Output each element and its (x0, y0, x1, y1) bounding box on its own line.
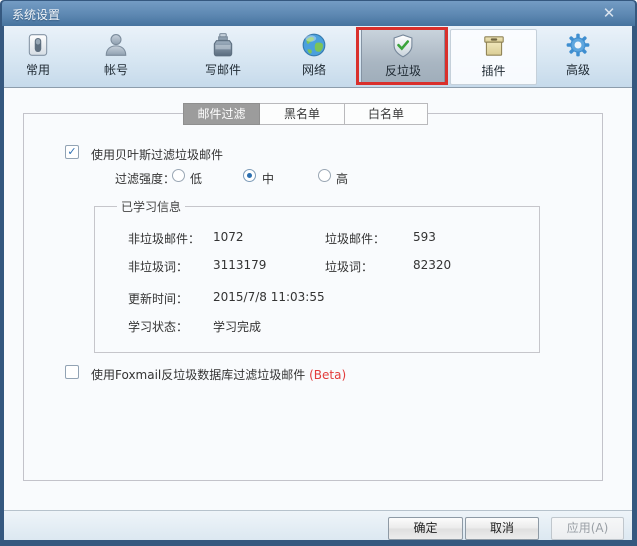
mail-filter-panel (23, 113, 603, 481)
close-icon[interactable]: ✕ (599, 4, 619, 23)
titlebar: 系统设置 ✕ (2, 1, 635, 26)
antispam-tabs: 邮件过滤 黑名单 白名单 (183, 103, 428, 125)
dialog-body: 常用 帐号 (4, 26, 632, 540)
window-title: 系统设置 (12, 6, 60, 23)
ok-button[interactable]: 确定 (388, 517, 463, 540)
toolbar-label-account: 帐号 (78, 61, 154, 78)
toolbar-item-common[interactable]: 常用 (4, 29, 72, 85)
cancel-button[interactable]: 取消 (465, 517, 539, 540)
toolbar-item-network[interactable]: 网络 (276, 29, 352, 85)
plugin-box-icon (451, 30, 536, 60)
toolbar-label-common: 常用 (4, 61, 72, 78)
shield-check-icon (362, 30, 444, 60)
settings-toolbar: 常用 帐号 (4, 26, 632, 88)
ink-bottle-icon (185, 29, 261, 59)
apply-button[interactable]: 应用(A) (551, 517, 624, 540)
switch-icon (4, 29, 72, 59)
system-settings-dialog: 系统设置 ✕ 常用 (0, 0, 637, 546)
globe-icon (276, 29, 352, 59)
toolbar-item-account[interactable]: 帐号 (78, 29, 154, 85)
toolbar-label-plugins: 插件 (451, 62, 536, 79)
gear-icon (540, 29, 616, 59)
toolbar-label-network: 网络 (276, 61, 352, 78)
toolbar-item-plugins[interactable]: 插件 (450, 29, 537, 85)
toolbar-label-antispam: 反垃圾 (362, 62, 444, 79)
learned-info-title: 已学习信息 (117, 198, 185, 215)
user-icon (78, 29, 154, 59)
tab-whitelist[interactable]: 白名单 (345, 103, 428, 125)
toolbar-item-compose[interactable]: 写邮件 (185, 29, 261, 85)
toolbar-item-antispam[interactable]: 反垃圾 (361, 29, 445, 85)
toolbar-item-advanced[interactable]: 高级 (540, 29, 616, 85)
toolbar-label-advanced: 高级 (540, 61, 616, 78)
tab-blacklist[interactable]: 黑名单 (260, 103, 345, 125)
toolbar-label-compose: 写邮件 (185, 61, 261, 78)
tab-mail-filter[interactable]: 邮件过滤 (183, 103, 260, 125)
